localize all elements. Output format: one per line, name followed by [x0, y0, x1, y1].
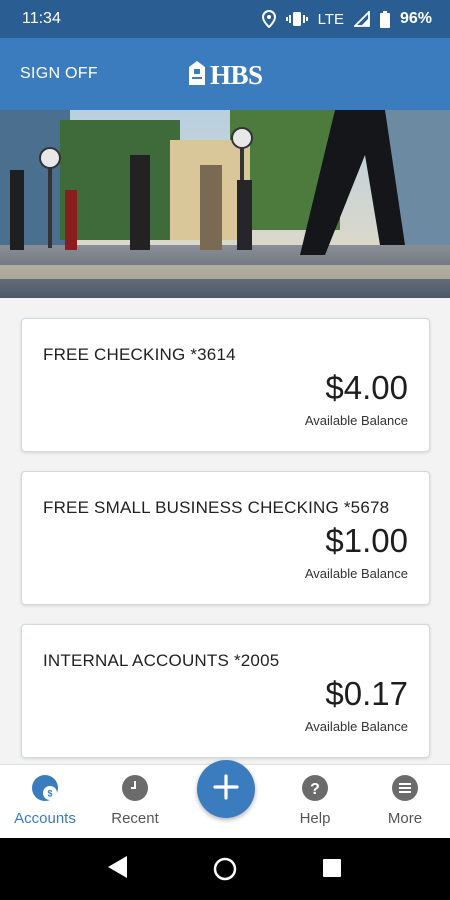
logo-text: HBS	[210, 60, 263, 90]
nav-recent-label: Recent	[111, 810, 159, 827]
nav-help[interactable]: ? Help	[270, 765, 360, 839]
svg-text:$: $	[47, 789, 52, 799]
accounts-list: FREE CHECKING *3614 $4.00 Available Bala…	[0, 298, 450, 764]
signal-icon	[353, 11, 370, 27]
battery-icon	[379, 10, 390, 28]
plus-icon	[213, 773, 239, 805]
account-balance: $4.00	[325, 369, 408, 406]
balance-label: Available Balance	[304, 566, 408, 581]
account-name: FREE CHECKING *3614	[43, 345, 236, 364]
home-icon[interactable]	[213, 857, 237, 886]
status-icons: LTE 96%	[261, 10, 432, 28]
help-icon: ?	[302, 775, 328, 801]
account-balance: $1.00	[325, 522, 408, 559]
svg-text:?: ?	[310, 781, 320, 798]
balance-label: Available Balance	[304, 413, 408, 428]
balance-label: Available Balance	[304, 719, 408, 734]
account-name: INTERNAL ACCOUNTS *2005	[43, 651, 280, 670]
clock-icon	[122, 775, 148, 801]
nav-help-label: Help	[299, 810, 331, 827]
nav-accounts[interactable]: $ Accounts	[0, 765, 90, 839]
account-card[interactable]: FREE CHECKING *3614 $4.00 Available Bala…	[21, 318, 430, 452]
overview-icon[interactable]	[322, 858, 342, 883]
account-name: FREE SMALL BUSINESS CHECKING *5678	[43, 498, 390, 517]
battery-percent: 96%	[399, 10, 432, 27]
sign-off-button[interactable]: SIGN OFF	[20, 65, 98, 83]
system-nav-bar	[0, 838, 450, 900]
status-bar: 11:34 LTE 96%	[0, 0, 450, 38]
account-card[interactable]: INTERNAL ACCOUNTS *2005 $0.17 Available …	[21, 624, 430, 758]
hbs-logo: HBS	[188, 60, 263, 91]
accounts-icon: $	[32, 775, 58, 801]
nav-more[interactable]: More	[360, 765, 450, 839]
network-type: LTE	[317, 10, 344, 28]
nav-recent[interactable]: Recent	[90, 765, 180, 839]
vibrate-icon	[285, 11, 308, 27]
house-icon	[188, 60, 206, 91]
app-header: SIGN OFF HBS	[0, 38, 450, 110]
add-button[interactable]	[197, 760, 255, 818]
status-time: 11:34	[22, 10, 61, 27]
nav-accounts-label: Accounts	[14, 810, 76, 827]
hero-image	[0, 110, 450, 298]
nav-more-label: More	[387, 810, 423, 827]
menu-icon	[392, 775, 418, 801]
account-balance: $0.17	[325, 675, 408, 712]
location-icon	[261, 10, 276, 28]
account-card[interactable]: FREE SMALL BUSINESS CHECKING *5678 $1.00…	[21, 471, 430, 605]
back-icon[interactable]	[105, 854, 129, 885]
